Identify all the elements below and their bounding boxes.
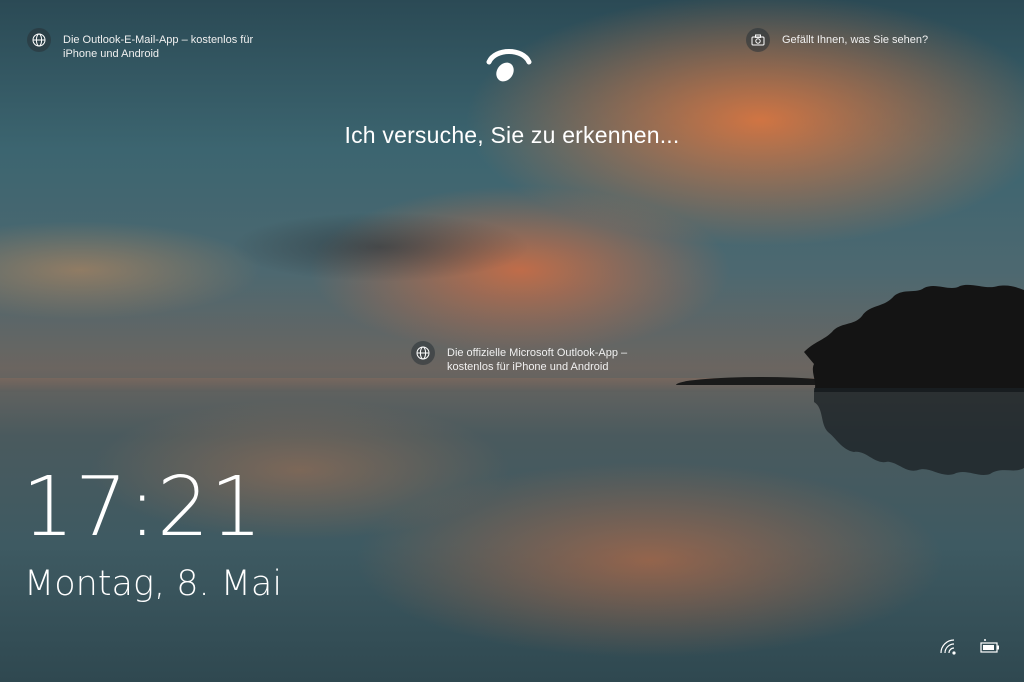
- face-recognition-icon: [486, 49, 532, 82]
- globe-icon: [411, 341, 435, 365]
- spotlight-text: Die Outlook-E-Mail-App – kostenlos für i…: [63, 34, 254, 60]
- dark-cloud: [230, 212, 530, 282]
- spotlight-text: Die offizielle Microsoft Outlook-App – k…: [447, 347, 628, 373]
- globe-icon: [27, 28, 51, 52]
- face-recognition-status: Ich versuche, Sie zu erkennen...: [344, 122, 680, 148]
- lockscreen-time: 17:21: [22, 460, 264, 555]
- battery-icon[interactable]: [979, 638, 1001, 656]
- camera-icon: [746, 28, 770, 52]
- spotlight-link-microsoft-outlook[interactable]: Die offizielle Microsoft Outlook-App – k…: [411, 341, 661, 374]
- wifi-icon[interactable]: [938, 638, 960, 656]
- tree-reflection: [814, 388, 1024, 475]
- lockscreen-date: Montag, 8. Mai: [24, 564, 283, 604]
- spotlight-link-outlook[interactable]: Die Outlook-E-Mail-App – kostenlos für i…: [27, 28, 287, 61]
- spotlight-feedback[interactable]: Gefällt Ihnen, was Sie sehen?: [746, 28, 928, 52]
- spotlight-text: Gefällt Ihnen, was Sie sehen?: [782, 34, 929, 46]
- tree-island: [804, 284, 1024, 392]
